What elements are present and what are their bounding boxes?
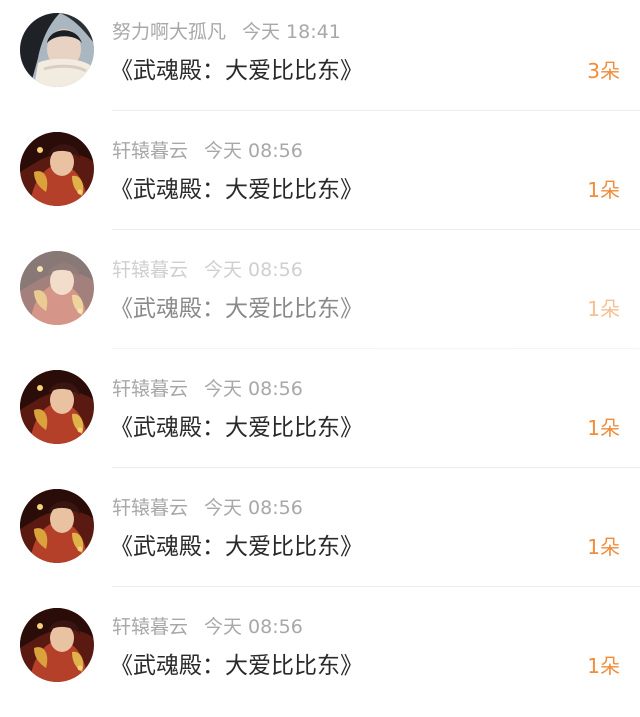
flower-count: 1朵 (587, 297, 620, 321)
book-title[interactable]: 《武魂殿：大爱比比东》 (110, 413, 363, 443)
flower-count: 1朵 (587, 535, 620, 559)
timestamp: 今天 08:56 (204, 497, 303, 519)
item-meta: 轩辕暮云 今天 08:56 (112, 258, 303, 282)
item-meta: 轩辕暮云 今天 08:56 (112, 615, 303, 639)
timestamp: 今天 08:56 (204, 140, 303, 162)
avatar-illustration-icon (20, 251, 94, 325)
book-title[interactable]: 《武魂殿：大爱比比东》 (110, 175, 363, 205)
divider (112, 229, 640, 230)
list-item[interactable]: 轩辕暮云 今天 08:56 《武魂殿：大爱比比东》 1朵 (0, 119, 640, 238)
list-item[interactable]: 轩辕暮云 今天 08:56 《武魂殿：大爱比比东》 1朵 (0, 476, 640, 595)
avatar[interactable] (20, 132, 94, 206)
username[interactable]: 轩辕暮云 (112, 616, 188, 638)
flower-count: 1朵 (587, 654, 620, 678)
username[interactable]: 轩辕暮云 (112, 140, 188, 162)
timestamp: 今天 08:56 (204, 259, 303, 281)
avatar[interactable] (20, 251, 94, 325)
avatar[interactable] (20, 608, 94, 682)
book-title[interactable]: 《武魂殿：大爱比比东》 (110, 651, 363, 681)
divider (112, 348, 640, 349)
item-meta: 轩辕暮云 今天 08:56 (112, 139, 303, 163)
divider (112, 110, 640, 111)
gift-record-list: 努力啊大孤凡 今天 18:41 《武魂殿：大爱比比东》 3朵 轩辕暮云 今天 08:… (0, 0, 640, 717)
username[interactable]: 轩辕暮云 (112, 259, 188, 281)
divider (112, 586, 640, 587)
list-item[interactable]: 轩辕暮云 今天 08:56 《武魂殿：大爱比比东》 1朵 (0, 595, 640, 714)
avatar[interactable] (20, 370, 94, 444)
username[interactable]: 努力啊大孤凡 (112, 21, 226, 43)
avatar-illustration-icon (20, 370, 94, 444)
book-title[interactable]: 《武魂殿：大爱比比东》 (110, 56, 363, 86)
avatar-illustration-icon (20, 132, 94, 206)
book-title[interactable]: 《武魂殿：大爱比比东》 (110, 294, 363, 324)
list-item[interactable]: 轩辕暮云 今天 08:56 《武魂殿：大爱比比东》 1朵 (0, 357, 640, 476)
avatar-photo-icon (20, 13, 94, 87)
avatar-illustration-icon (20, 489, 94, 563)
item-meta: 努力啊大孤凡 今天 18:41 (112, 20, 341, 44)
flower-count: 1朵 (587, 178, 620, 202)
username[interactable]: 轩辕暮云 (112, 497, 188, 519)
flower-count: 1朵 (587, 416, 620, 440)
username[interactable]: 轩辕暮云 (112, 378, 188, 400)
timestamp: 今天 08:56 (204, 616, 303, 638)
book-title[interactable]: 《武魂殿：大爱比比东》 (110, 532, 363, 562)
list-item[interactable]: 努力啊大孤凡 今天 18:41 《武魂殿：大爱比比东》 3朵 (0, 0, 640, 119)
divider (112, 467, 640, 468)
timestamp: 今天 08:56 (204, 378, 303, 400)
list-item[interactable]: 轩辕暮云 今天 08:56 《武魂殿：大爱比比东》 1朵 (0, 238, 640, 357)
avatar[interactable] (20, 13, 94, 87)
avatar[interactable] (20, 489, 94, 563)
item-meta: 轩辕暮云 今天 08:56 (112, 496, 303, 520)
item-meta: 轩辕暮云 今天 08:56 (112, 377, 303, 401)
timestamp: 今天 18:41 (242, 21, 341, 43)
avatar-illustration-icon (20, 608, 94, 682)
flower-count: 3朵 (587, 59, 620, 83)
